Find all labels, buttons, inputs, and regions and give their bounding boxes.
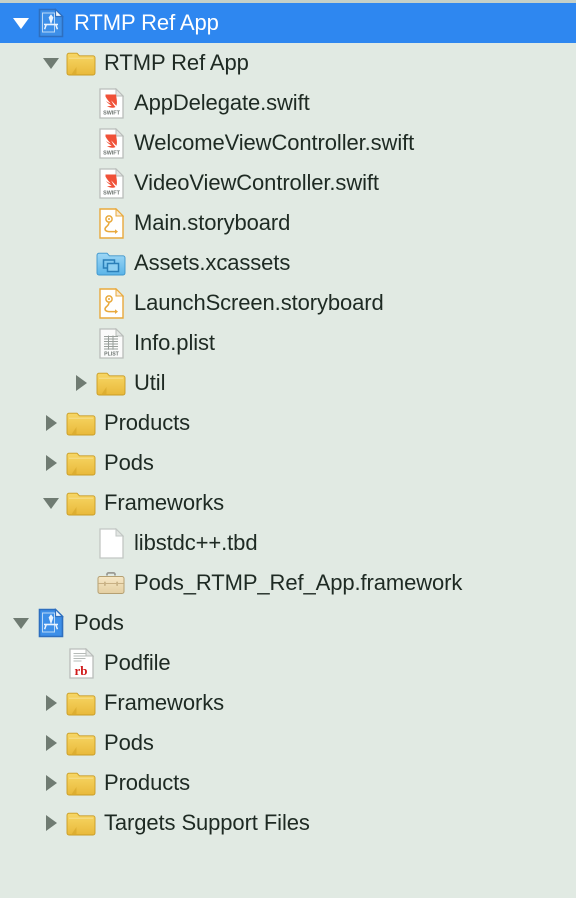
navigator-row-label: Products [104,410,191,435]
navigator-row[interactable]: Pods [0,723,576,763]
navigator-row-label: RTMP Ref App [74,10,219,35]
swift-file-icon: SWIFT [94,127,128,159]
folder-icon [64,447,98,479]
navigator-row[interactable]: RTMP Ref App [0,43,576,83]
navigator-row[interactable]: Targets Support Files [0,803,576,843]
navigator-row-label: Frameworks [104,490,225,515]
folder-icon [64,687,98,719]
navigator-row[interactable]: LaunchScreen.storyboard [0,283,576,323]
storyboard-file-icon [94,207,128,239]
navigator-row[interactable]: Pods [0,443,576,483]
folder-icon [64,407,98,439]
disclosure-triangle-down-icon[interactable] [8,617,34,629]
navigator-row[interactable]: RTMP Ref App [0,3,576,43]
folder-icon [64,487,98,519]
navigator-row[interactable]: Products [0,763,576,803]
navigator-row[interactable]: PLIST Info.plist [0,323,576,363]
navigator-row-label: LaunchScreen.storyboard [134,290,384,315]
navigator-row-label: WelcomeViewController.swift [134,130,415,155]
disclosure-triangle-down-icon[interactable] [8,17,34,29]
disclosure-triangle-right-icon[interactable] [38,815,64,831]
navigator-row-label: AppDelegate.swift [134,90,310,115]
navigator-row-label: Assets.xcassets [134,250,291,275]
navigator-row-label: Pods_RTMP_Ref_App.framework [134,570,463,595]
navigator-row[interactable]: Products [0,403,576,443]
navigator-row[interactable]: Frameworks [0,483,576,523]
navigator-row-label: Podfile [104,650,171,675]
navigator-row[interactable]: Main.storyboard [0,203,576,243]
navigator-row-label: Products [104,770,191,795]
folder-icon [64,807,98,839]
xcode-project-icon [34,7,68,39]
navigator-row-label: Frameworks [104,690,225,715]
navigator-row-label: Util [134,370,166,395]
disclosure-triangle-right-icon[interactable] [38,775,64,791]
navigator-row[interactable]: Pods_RTMP_Ref_App.framework [0,563,576,603]
svg-text:rb: rb [74,663,87,678]
framework-icon [94,567,128,599]
navigator-row-label: VideoViewController.swift [134,170,379,195]
navigator-row[interactable]: libstdc++.tbd [0,523,576,563]
navigator-row-label: Pods [104,730,154,755]
navigator-row[interactable]: SWIFT VideoViewController.swift [0,163,576,203]
asset-catalog-icon [94,247,128,279]
disclosure-triangle-right-icon[interactable] [38,415,64,431]
navigator-row[interactable]: SWIFT AppDelegate.swift [0,83,576,123]
generic-file-icon [94,527,128,559]
folder-icon [64,47,98,79]
disclosure-triangle-right-icon[interactable] [68,375,94,391]
navigator-row-label: RTMP Ref App [104,50,249,75]
navigator-row[interactable]: Util [0,363,576,403]
navigator-row-label: Main.storyboard [134,210,291,235]
navigator-row[interactable]: Frameworks [0,683,576,723]
navigator-row-label: Targets Support Files [104,810,310,835]
swift-file-icon: SWIFT [94,87,128,119]
navigator-row-label: libstdc++.tbd [134,530,258,555]
plist-file-icon: PLIST [94,327,128,359]
disclosure-triangle-down-icon[interactable] [38,57,64,69]
svg-text:PLIST: PLIST [104,351,120,357]
svg-text:SWIFT: SWIFT [103,190,120,196]
navigator-row-label: Info.plist [134,330,215,355]
project-navigator[interactable]: RTMP Ref App RTMP Ref App SWIFT AppDeleg… [0,0,576,898]
navigator-row[interactable]: Pods [0,603,576,643]
folder-icon [64,767,98,799]
storyboard-file-icon [94,287,128,319]
disclosure-triangle-right-icon[interactable] [38,695,64,711]
navigator-row[interactable]: rb Podfile [0,643,576,683]
disclosure-triangle-right-icon[interactable] [38,455,64,471]
folder-icon [94,367,128,399]
navigator-row[interactable]: SWIFT WelcomeViewController.swift [0,123,576,163]
swift-file-icon: SWIFT [94,167,128,199]
disclosure-triangle-right-icon[interactable] [38,735,64,751]
xcode-project-icon [34,607,68,639]
navigator-row-label: Pods [74,610,124,635]
svg-text:SWIFT: SWIFT [103,110,120,116]
ruby-file-icon: rb [64,647,98,679]
folder-icon [64,727,98,759]
navigator-row-label: Pods [104,450,154,475]
svg-text:SWIFT: SWIFT [103,150,120,156]
disclosure-triangle-down-icon[interactable] [38,497,64,509]
navigator-row[interactable]: Assets.xcassets [0,243,576,283]
